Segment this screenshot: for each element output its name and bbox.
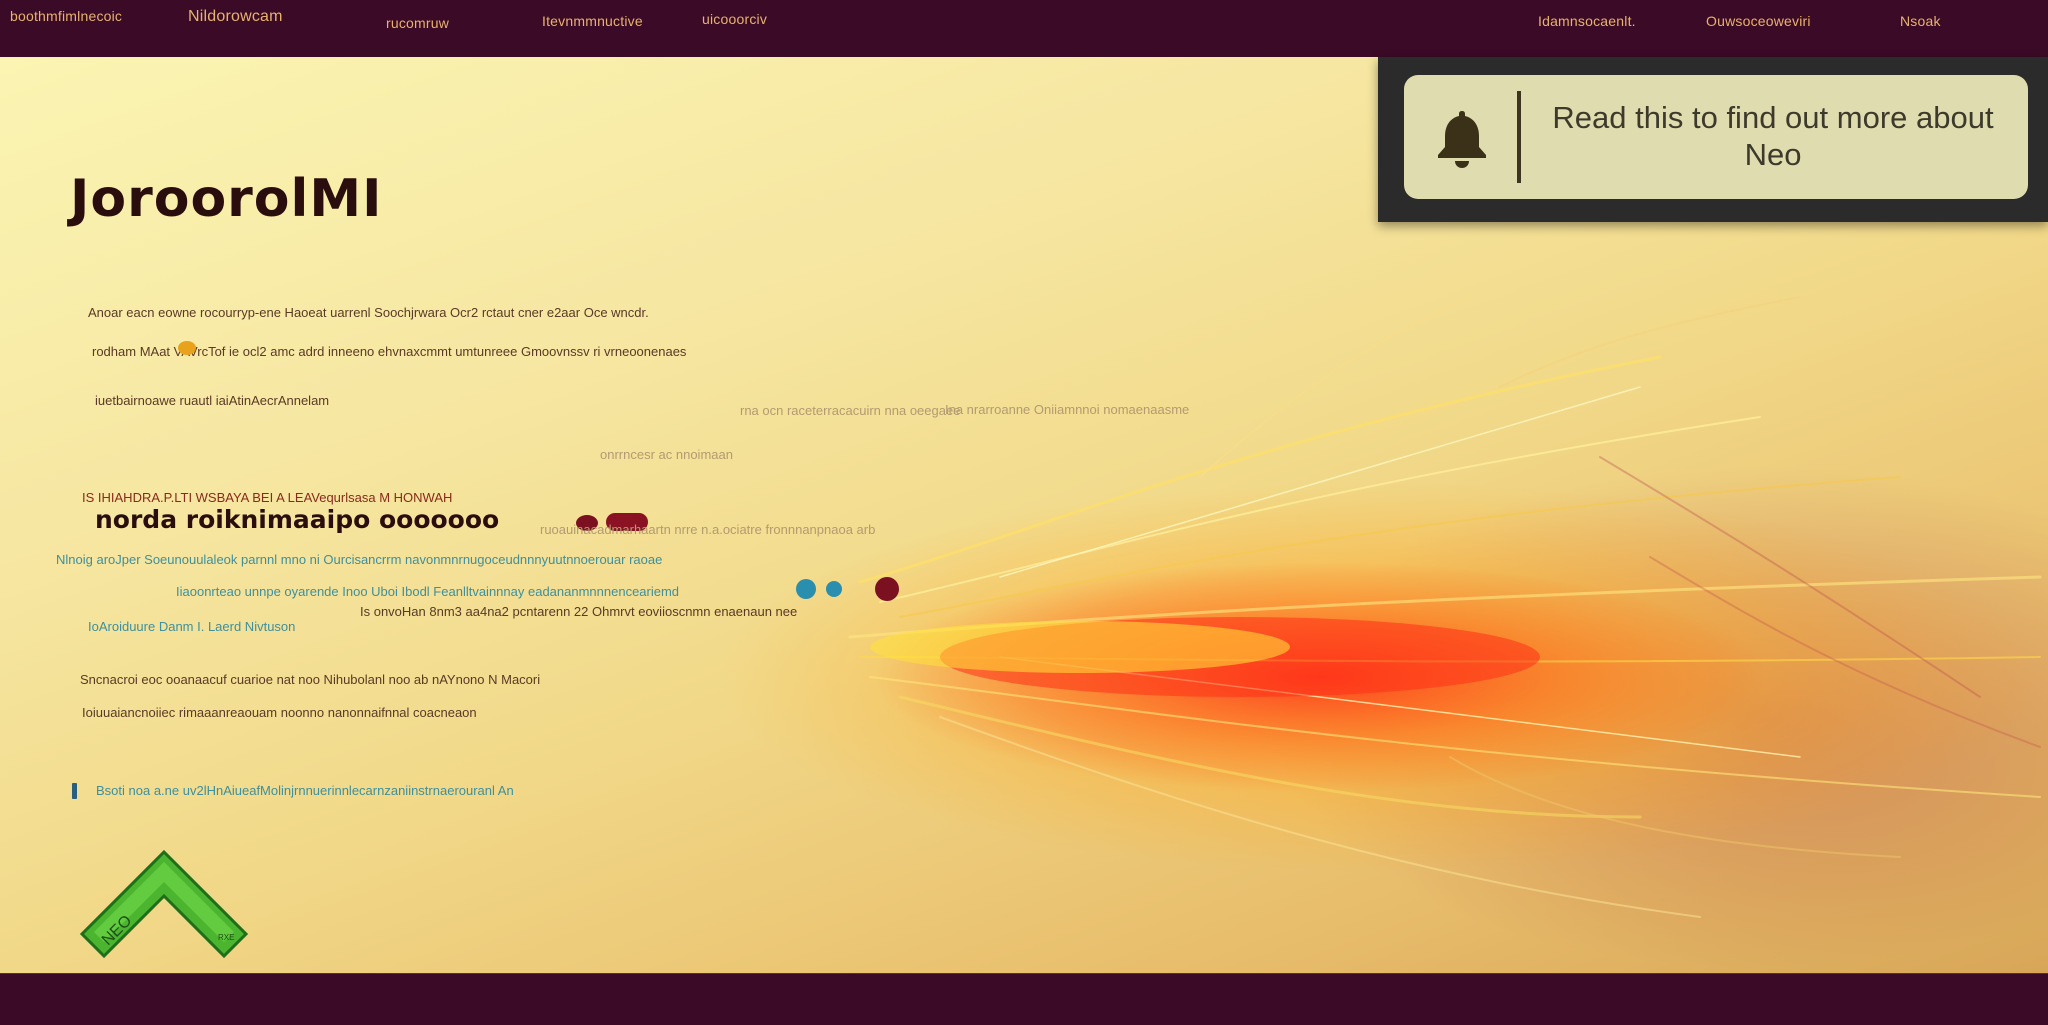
- social-icon[interactable]: [826, 581, 842, 597]
- text-line-5: Is onvoHan 8nm3 aa4na2 pcntarenn 22 Ohmr…: [360, 604, 798, 619]
- footer-bar: [0, 973, 2048, 1025]
- text-line-3: iuetbairnoawe ruautl iaiAtinAecrAnnelam: [95, 393, 330, 408]
- nav-link-4[interactable]: Itevnmmnuctive: [542, 13, 643, 29]
- neo-logo[interactable]: NEO RXE: [78, 848, 250, 958]
- text-line-4: rna ocn raceterracacuirn nna oeegaee: [740, 403, 961, 418]
- teal-line-3[interactable]: IoAroiduure Danm I. Laerd Nivtuson: [88, 619, 295, 634]
- notification-panel: Read this to find out more about Neo: [1378, 57, 2048, 222]
- highlight-line: IS IHIAHDRA.P.LTI WSBAYA BEI A LEAVequrl…: [82, 490, 453, 505]
- nav-link-3[interactable]: rucomruw: [386, 15, 449, 31]
- notification-text: Read this to find out more about Neo: [1552, 100, 1994, 172]
- nav-link-7[interactable]: Ouwsoceoweviri: [1706, 13, 1811, 29]
- notification-card[interactable]: Read this to find out more about Neo: [1404, 75, 2028, 199]
- logo-small-text: RXE: [218, 933, 234, 942]
- text-line-1: Anoar eacn eowne rocourryp-ene Haoeat ua…: [88, 305, 649, 320]
- page-title: JoroorolМІ: [70, 169, 383, 229]
- teal-line-2[interactable]: Iiaoonrteao unnpe oyarende Inoo Uboi Ibo…: [176, 584, 679, 599]
- bullet-marker: [72, 783, 77, 799]
- nav-link-8[interactable]: Nsoak: [1900, 13, 1941, 29]
- nav-link-1[interactable]: boothmfimlnecoic: [10, 8, 122, 24]
- bottom-link[interactable]: Bsoti noa a.ne uv2lHnAiueafMolinjrnnueri…: [96, 783, 514, 798]
- nav-link-2[interactable]: Nildorowcam: [188, 8, 283, 26]
- nav-link-5[interactable]: uicooorciv: [702, 11, 767, 27]
- top-navigation-bar: boothmfimlnecoic Nildorowcam rucomruw It…: [0, 0, 2048, 57]
- twitter-icon[interactable]: [796, 579, 816, 599]
- body-line-1: Sncnacroi eoc ooanaacuf cuarioe nat noo …: [80, 672, 541, 687]
- text-line-6: ruoauinacadmarhaartn nrre n.a.ociatre fr…: [540, 522, 876, 537]
- notification-divider: [1517, 91, 1521, 183]
- body-line-2: Ioiuuaiancnoiiec rimaaanreaouam noonno n…: [82, 705, 477, 720]
- nav-link-6[interactable]: Idamnsocaenlt.: [1538, 13, 1636, 29]
- teal-line-1[interactable]: Nlnoig aroJper Soeunouulaleok parnnl mno…: [56, 552, 662, 567]
- section-heading: norda roiknimaaipo ooooooo: [95, 505, 500, 534]
- text-line-7: Ina nrarroanne Oniiamnnoi nomaenaasme: [945, 402, 1190, 417]
- bell-icon: [1438, 111, 1486, 168]
- record-icon[interactable]: [875, 577, 899, 601]
- badge-icon: [178, 341, 196, 355]
- text-line-8: onrrncesr ac nnoimaan: [600, 447, 733, 462]
